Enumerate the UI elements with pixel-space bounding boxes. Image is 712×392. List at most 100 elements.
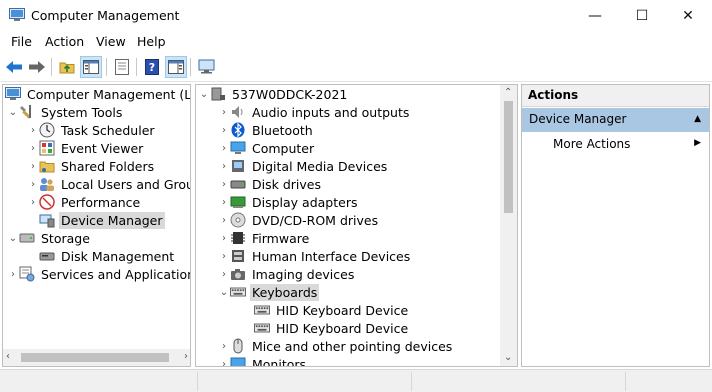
chevron-right-icon[interactable]: › bbox=[218, 139, 230, 157]
tree-item-disk-management[interactable]: Disk Management bbox=[27, 247, 176, 265]
more-actions-item[interactable]: More Actions ▶ bbox=[522, 133, 709, 155]
disk-drive-icon bbox=[230, 176, 246, 192]
users-icon bbox=[39, 176, 55, 192]
chip-icon bbox=[230, 230, 246, 246]
keyboard-icon bbox=[254, 302, 270, 318]
tree-item-shared-folders[interactable]: › Shared Folders bbox=[27, 157, 156, 175]
device-category-keyboards[interactable]: ⌄ Keyboards bbox=[218, 283, 320, 301]
tree-item-performance[interactable]: › Performance bbox=[27, 193, 142, 211]
chevron-right-icon[interactable]: › bbox=[218, 229, 230, 247]
chevron-right-icon[interactable]: › bbox=[27, 175, 39, 193]
up-folder-icon[interactable] bbox=[56, 56, 78, 78]
device-category-imaging[interactable]: › Imaging devices bbox=[218, 265, 356, 283]
shared-folder-icon bbox=[39, 158, 55, 174]
scroll-up-icon[interactable]: ⌃ bbox=[504, 87, 512, 98]
device-category-bluetooth[interactable]: › Bluetooth bbox=[218, 121, 315, 139]
storage-icon bbox=[19, 230, 35, 246]
chevron-right-icon[interactable]: › bbox=[7, 265, 19, 283]
actions-pane: Actions Device Manager ▲ More Actions ▶ bbox=[521, 84, 710, 367]
vertical-scrollbar[interactable]: ⌃ ⌄ bbox=[500, 85, 517, 366]
device-item-keyboard[interactable]: HID Keyboard Device bbox=[254, 301, 410, 319]
computer-icon bbox=[5, 86, 21, 102]
chevron-right-icon[interactable]: › bbox=[218, 265, 230, 283]
device-category-computer[interactable]: › Computer bbox=[218, 139, 316, 157]
services-icon bbox=[19, 266, 35, 282]
tree-item-local-users-and-groups[interactable]: › Local Users and Groups bbox=[27, 175, 190, 193]
device-category-display-adapters[interactable]: › Display adapters bbox=[218, 193, 359, 211]
menu-action[interactable]: Action bbox=[45, 34, 84, 49]
menu-view[interactable]: View bbox=[96, 34, 126, 49]
console-tree-pane: Computer Management (Local ⌄ System Tool… bbox=[2, 84, 191, 367]
chevron-right-icon[interactable]: › bbox=[218, 121, 230, 139]
tree-storage[interactable]: ⌄ Storage bbox=[7, 229, 92, 247]
device-item-keyboard[interactable]: HID Keyboard Device bbox=[254, 319, 410, 337]
device-category-hid[interactable]: › Human Interface Devices bbox=[218, 247, 412, 265]
chevron-right-icon[interactable]: › bbox=[218, 175, 230, 193]
actions-section-device-manager[interactable]: Device Manager ▲ bbox=[522, 108, 709, 132]
chevron-right-icon[interactable]: › bbox=[218, 355, 230, 367]
device-category-disk-drives[interactable]: › Disk drives bbox=[218, 175, 323, 193]
show-hide-tree-icon[interactable] bbox=[80, 56, 102, 78]
chevron-right-icon[interactable]: › bbox=[218, 247, 230, 265]
chevron-right-icon[interactable]: › bbox=[218, 211, 230, 229]
device-tree-root[interactable]: ⌄ 537W0DDCK-2021 bbox=[198, 85, 349, 103]
bluetooth-icon bbox=[230, 122, 246, 138]
keyboard-icon bbox=[230, 284, 246, 300]
device-manager-icon bbox=[39, 212, 55, 228]
chevron-right-icon[interactable]: › bbox=[27, 139, 39, 157]
device-category-firmware[interactable]: › Firmware bbox=[218, 229, 311, 247]
title-bar: Computer Management — ☐ ✕ bbox=[0, 0, 712, 31]
tree-root[interactable]: Computer Management (Local bbox=[5, 85, 190, 103]
menu-help[interactable]: Help bbox=[137, 34, 166, 49]
show-hide-action-pane-icon[interactable] bbox=[165, 56, 187, 78]
scroll-thumb[interactable] bbox=[504, 101, 513, 213]
chevron-down-icon[interactable]: ⌄ bbox=[218, 283, 230, 301]
chevron-right-icon[interactable]: › bbox=[218, 103, 230, 121]
tree-system-tools[interactable]: ⌄ System Tools bbox=[7, 103, 124, 121]
scroll-right-icon[interactable]: › bbox=[184, 351, 188, 362]
chevron-down-icon[interactable]: ⌄ bbox=[7, 229, 19, 247]
toolbar: ? bbox=[0, 53, 712, 82]
chevron-right-icon[interactable]: › bbox=[27, 121, 39, 139]
maximize-button[interactable]: ☐ bbox=[619, 0, 665, 31]
device-category-mice[interactable]: › Mice and other pointing devices bbox=[218, 337, 454, 355]
performance-icon bbox=[39, 194, 55, 210]
chevron-right-icon[interactable]: › bbox=[218, 337, 230, 355]
optical-disc-icon bbox=[230, 212, 246, 228]
tree-item-event-viewer[interactable]: › Event Viewer bbox=[27, 139, 145, 157]
status-cell bbox=[625, 372, 712, 391]
hid-icon bbox=[230, 248, 246, 264]
chevron-right-icon[interactable]: › bbox=[218, 193, 230, 211]
horizontal-scrollbar[interactable]: ‹ › bbox=[3, 349, 190, 366]
camera-icon bbox=[230, 266, 246, 282]
help-icon[interactable]: ? bbox=[141, 56, 163, 78]
actions-header: Actions bbox=[522, 85, 709, 107]
minimize-button[interactable]: — bbox=[572, 0, 618, 31]
toolbar-separator bbox=[136, 58, 137, 76]
device-category-dvd-cd-rom[interactable]: › DVD/CD-ROM drives bbox=[218, 211, 380, 229]
chevron-down-icon[interactable]: ⌄ bbox=[198, 85, 210, 103]
back-icon[interactable] bbox=[3, 56, 25, 78]
collapse-up-icon[interactable]: ▲ bbox=[694, 114, 701, 124]
forward-icon[interactable] bbox=[26, 56, 48, 78]
monitor-icon bbox=[230, 356, 246, 366]
scroll-down-icon[interactable]: ⌄ bbox=[504, 352, 512, 363]
menu-file[interactable]: File bbox=[11, 34, 32, 49]
scan-hardware-icon[interactable] bbox=[196, 56, 218, 78]
submenu-arrow-icon: ▶ bbox=[694, 138, 701, 148]
device-category-audio[interactable]: › Audio inputs and outputs bbox=[218, 103, 411, 121]
scroll-left-icon[interactable]: ‹ bbox=[6, 351, 10, 362]
chevron-down-icon[interactable]: ⌄ bbox=[7, 103, 19, 121]
chevron-right-icon[interactable]: › bbox=[27, 157, 39, 175]
tools-icon bbox=[19, 104, 35, 120]
device-category-digital-media[interactable]: › Digital Media Devices bbox=[218, 157, 389, 175]
tree-services-and-applications[interactable]: › Services and Applications bbox=[7, 265, 190, 283]
tree-item-task-scheduler[interactable]: › Task Scheduler bbox=[27, 121, 157, 139]
tree-item-device-manager[interactable]: Device Manager bbox=[27, 211, 165, 229]
close-button[interactable]: ✕ bbox=[665, 0, 711, 31]
properties-icon[interactable] bbox=[111, 56, 133, 78]
chevron-right-icon[interactable]: › bbox=[218, 157, 230, 175]
scroll-thumb[interactable] bbox=[21, 353, 169, 362]
chevron-right-icon[interactable]: › bbox=[27, 193, 39, 211]
device-category-monitors[interactable]: › Monitors bbox=[218, 355, 308, 367]
